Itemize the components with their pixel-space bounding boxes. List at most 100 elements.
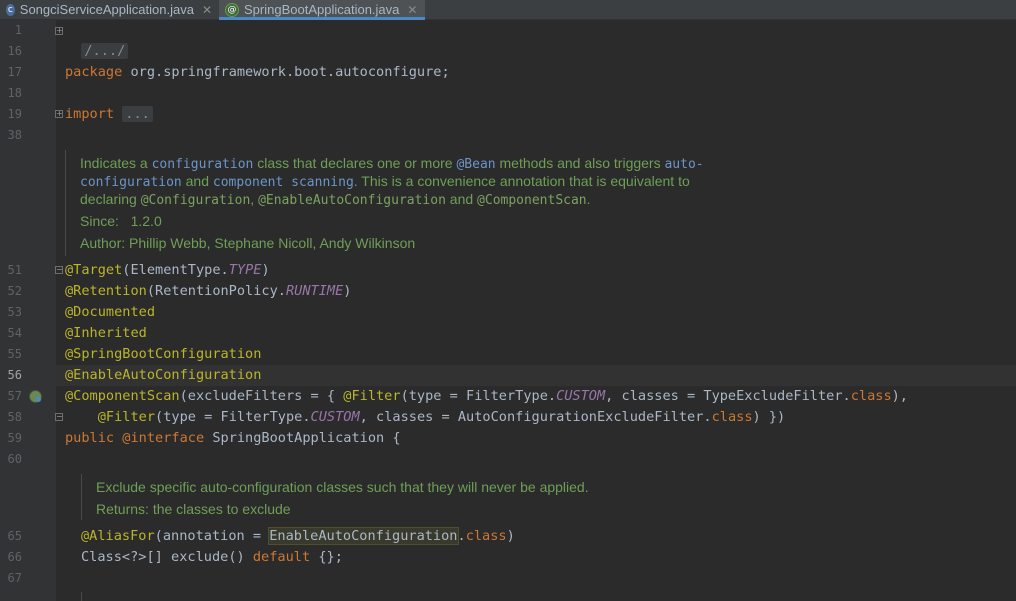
doc-label: Since: <box>80 213 119 229</box>
annotation: @Retention <box>65 283 147 299</box>
fold-collapse-icon[interactable]: − <box>55 266 63 274</box>
code-text: ) <box>261 262 270 278</box>
code-line-folded-header[interactable]: /.../ <box>65 20 129 59</box>
fold-expand-icon[interactable]: + <box>55 27 63 35</box>
keyword: public <box>65 430 123 446</box>
line-number: 57 <box>7 389 22 403</box>
doc-code: @Configuration <box>140 193 251 208</box>
code-line-target[interactable]: @Target(ElementType.TYPE) <box>65 260 270 281</box>
keyword: import <box>65 106 115 122</box>
folded-region[interactable]: /.../ <box>81 43 129 59</box>
doc-link[interactable]: @Bean <box>456 157 495 172</box>
code-line-package[interactable]: package org.springframework.boot.autocon… <box>65 62 450 83</box>
doc-line: declaring @Configuration, @EnableAutoCon… <box>80 190 591 210</box>
code-line-alias-for[interactable]: @AliasFor(annotation = EnableAutoConfigu… <box>81 526 515 547</box>
code-text: , classes = TypeExcludeFilter. <box>605 388 851 404</box>
keyword: class <box>850 388 892 404</box>
annotation: @Filter <box>97 409 156 425</box>
tab-songci-service-application[interactable]: c SongciServiceApplication.java ✕ <box>0 0 212 19</box>
doc-value: the classes to exclude <box>152 501 291 517</box>
doc-text: class that declares one or more <box>253 155 457 171</box>
annotation: @AliasFor <box>81 528 155 544</box>
doc-line: Indicates a configuration class that dec… <box>80 154 704 174</box>
doc-label: Author: <box>80 235 126 251</box>
line-number: 1 <box>14 23 22 37</box>
tab-label: SpringBootApplication.java <box>244 2 400 17</box>
constant: CUSTOM <box>310 409 360 425</box>
line-number: 53 <box>7 305 22 319</box>
doc-value: 1.2.0 <box>130 213 162 229</box>
line-number: 38 <box>7 128 22 142</box>
doc-text: declaring <box>80 191 141 207</box>
doc-link[interactable]: configuration <box>152 157 254 172</box>
doc-label: Returns: <box>96 501 149 517</box>
keyword: default <box>252 549 311 565</box>
close-icon[interactable]: ✕ <box>202 3 212 17</box>
line-number: 16 <box>7 44 22 58</box>
doc-text: Indicates a <box>80 155 152 171</box>
code-line-spring-boot-configuration[interactable]: @SpringBootConfiguration <box>65 344 261 365</box>
fold-collapse-icon[interactable]: − <box>55 413 63 421</box>
code-line-exclude[interactable]: Class<?>[] exclude() default {}; <box>81 547 343 568</box>
code-line-retention[interactable]: @Retention(RetentionPolicy.RUNTIME) <box>65 281 351 302</box>
code-text: , classes = AutoConfigurationExcludeFilt… <box>359 409 712 425</box>
doc-text: and <box>445 191 478 207</box>
doc-link[interactable]: auto- <box>664 157 703 172</box>
highlighted-reference[interactable]: EnableAutoConfiguration <box>268 527 459 545</box>
folded-imports[interactable]: ... <box>122 106 153 122</box>
code-line-documented[interactable]: @Documented <box>65 302 155 323</box>
doc-returns: Returns: the classes to exclude <box>96 500 291 518</box>
line-number-current: 56 <box>7 368 22 382</box>
package-name: org.springframework.boot.autoconfigure; <box>122 64 450 80</box>
doc-text: and <box>181 173 213 189</box>
doc-link[interactable]: component scanning <box>213 175 354 190</box>
line-number: 19 <box>7 107 22 121</box>
code-line-component-scan[interactable]: @ComponentScan(excludeFilters = { @Filte… <box>65 386 908 407</box>
doc-code: @ComponentScan <box>477 193 587 208</box>
code-line-filter[interactable]: @Filter(type = FilterType.CUSTOM, classe… <box>65 407 786 428</box>
code-text: {}; <box>310 549 343 565</box>
doc-link[interactable]: configuration <box>80 175 182 190</box>
code-text: (type = FilterType. <box>400 388 557 404</box>
line-number: 55 <box>7 347 22 361</box>
line-number: 67 <box>7 571 22 585</box>
code-text: . <box>457 528 466 544</box>
keyword: class <box>711 409 753 425</box>
code-text: (annotation = <box>154 528 270 544</box>
code-text: ) <box>506 528 515 544</box>
code-line-import[interactable]: import ... <box>65 104 153 125</box>
code-text: (excludeFilters = { <box>179 388 344 404</box>
annotation: @Target <box>65 262 123 278</box>
line-number: 54 <box>7 326 22 340</box>
constant: CUSTOM <box>556 388 606 404</box>
doc-since: Since: 1.2.0 <box>80 212 162 230</box>
constant: TYPE <box>228 262 262 278</box>
line-number: 51 <box>7 263 22 277</box>
line-number: 58 <box>7 410 22 424</box>
line-number: 66 <box>7 550 22 564</box>
line-number: 17 <box>7 65 22 79</box>
annotation: @ComponentScan <box>65 388 180 404</box>
code-line-enable-auto-configuration[interactable]: @EnableAutoConfiguration <box>65 365 261 386</box>
close-icon[interactable]: ✕ <box>407 3 417 17</box>
code-text: (RetentionPolicy. <box>146 283 286 299</box>
code-line-inherited[interactable]: @Inherited <box>65 323 147 344</box>
rendered-javadoc-partial <box>81 592 782 601</box>
tab-spring-boot-application[interactable]: @ SpringBootApplication.java ✕ <box>219 0 425 20</box>
rendered-javadoc-class: Indicates a configuration class that dec… <box>65 150 766 256</box>
fold-expand-icon[interactable]: + <box>55 110 63 118</box>
code-text: (type = FilterType. <box>155 409 311 425</box>
line-number: 60 <box>7 452 22 466</box>
code-line-interface-decl[interactable]: public @interface SpringBootApplication … <box>65 428 401 449</box>
java-class-icon: c <box>6 3 15 16</box>
tab-label: SongciServiceApplication.java <box>19 2 194 17</box>
code-text: ) <box>343 283 352 299</box>
editor-tab-bar: c SongciServiceApplication.java ✕ @ Spri… <box>0 0 1016 20</box>
spring-bean-gutter-icon[interactable] <box>29 390 42 403</box>
annotation: @Filter <box>343 388 401 404</box>
line-number: 18 <box>7 86 22 100</box>
doc-value: Phillip Webb, Stephane Nicoll, Andy Wilk… <box>129 235 416 251</box>
doc-text: . This is a convenience annotation that … <box>353 173 690 189</box>
line-number: 65 <box>7 529 22 543</box>
